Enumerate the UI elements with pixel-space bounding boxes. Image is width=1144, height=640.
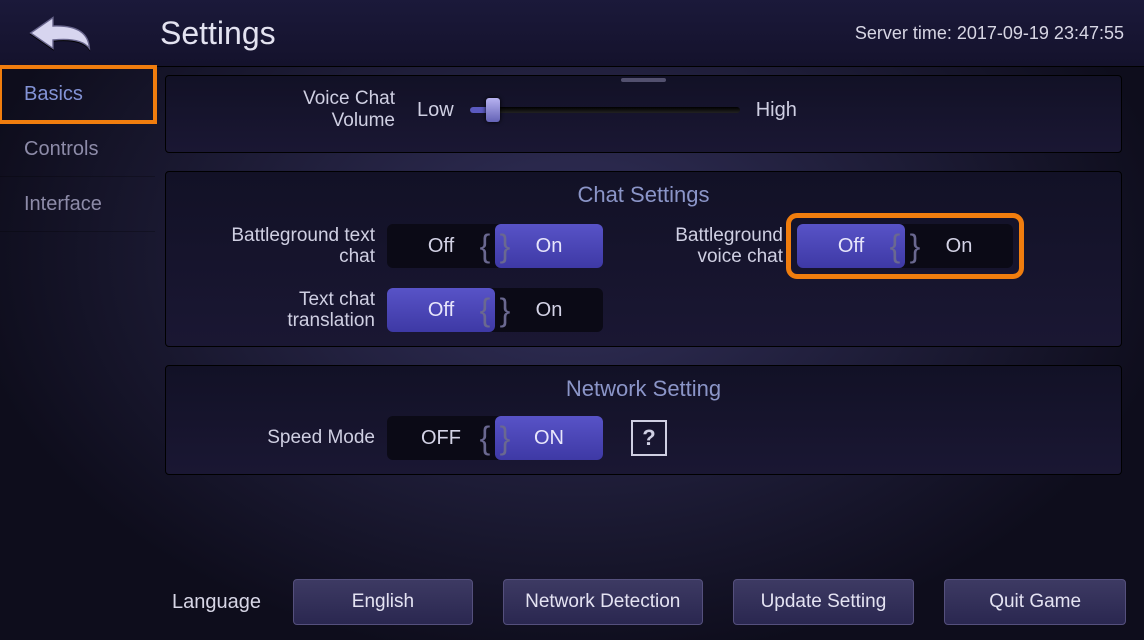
language-label: Language <box>172 591 261 614</box>
back-button[interactable] <box>0 0 120 66</box>
bg-voice-highlight: Off { } On <box>795 222 1015 270</box>
settings-sidebar: Basics Controls Interface <box>0 67 155 567</box>
bg-text-chat-toggle[interactable]: Off { } On <box>387 224 603 268</box>
network-panel: Network Setting Speed Mode OFF { } ON ? <box>165 365 1122 475</box>
page-title: Settings <box>160 15 276 52</box>
chat-section-title: Chat Settings <box>180 182 1107 208</box>
chat-settings-panel: Chat Settings Battleground text chat Off… <box>165 171 1122 347</box>
bg-voice-chat-toggle[interactable]: Off { } On <box>797 224 1013 268</box>
bg-voice-chat-label: Battleground voice chat <box>643 225 795 267</box>
settings-content: Voice Chat Volume Low High Chat Settings <box>155 67 1144 567</box>
network-section-title: Network Setting <box>180 376 1107 402</box>
footer-bar: Language English Network Detection Updat… <box>172 576 1126 628</box>
brace-right-icon: } <box>907 224 923 268</box>
tab-interface[interactable]: Interface <box>0 177 155 232</box>
bg-text-chat-label: Battleground text chat <box>180 225 387 267</box>
slider-thumb[interactable] <box>486 98 500 122</box>
tab-controls[interactable]: Controls <box>0 122 155 177</box>
drag-handle-icon <box>621 78 666 82</box>
language-button[interactable]: English <box>293 579 473 625</box>
brace-left-icon: { <box>477 416 493 460</box>
speed-mode-toggle[interactable]: OFF { } ON <box>387 416 603 460</box>
brace-left-icon: { <box>477 224 493 268</box>
brace-right-icon: } <box>497 416 513 460</box>
help-icon[interactable]: ? <box>631 420 667 456</box>
update-setting-button[interactable]: Update Setting <box>733 579 915 625</box>
slider-high-label: High <box>756 99 797 122</box>
slider-low-label: Low <box>417 99 454 122</box>
server-time: Server time: 2017-09-19 23:47:55 <box>855 23 1124 44</box>
back-arrow-icon <box>25 11 95 55</box>
tab-basics[interactable]: Basics <box>0 67 155 122</box>
text-translate-label: Text chat translation <box>180 289 387 331</box>
brace-right-icon: } <box>497 288 513 332</box>
network-detection-button[interactable]: Network Detection <box>503 579 703 625</box>
header-bar: Settings Server time: 2017-09-19 23:47:5… <box>0 0 1144 67</box>
text-translate-toggle[interactable]: Off { } On <box>387 288 603 332</box>
voice-volume-panel: Voice Chat Volume Low High <box>165 75 1122 153</box>
voice-volume-label: Voice Chat Volume <box>180 88 417 132</box>
speed-mode-label: Speed Mode <box>180 416 387 460</box>
brace-left-icon: { <box>477 288 493 332</box>
voice-volume-slider[interactable] <box>470 107 740 113</box>
brace-right-icon: } <box>497 224 513 268</box>
quit-game-button[interactable]: Quit Game <box>944 579 1126 625</box>
brace-left-icon: { <box>887 224 903 268</box>
